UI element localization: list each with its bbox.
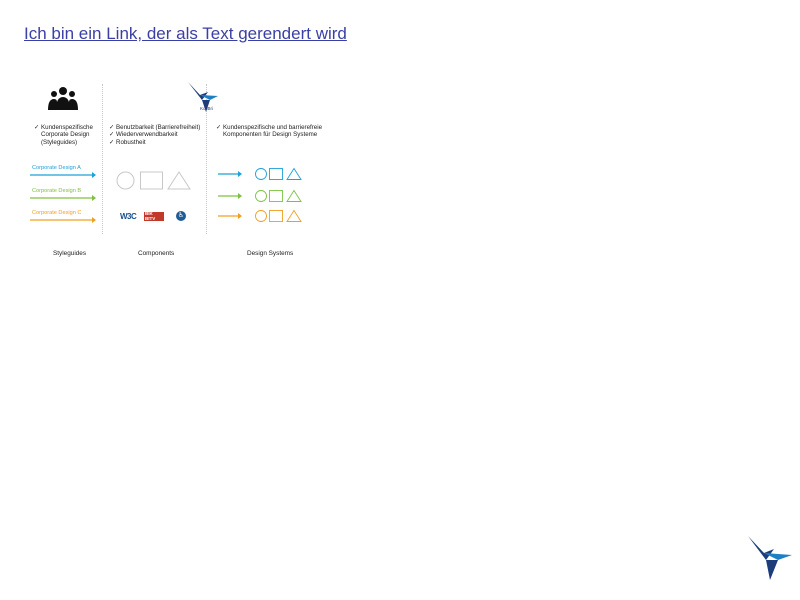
corporate-design-c-label: Corporate Design C	[32, 210, 82, 216]
accessibility-icon: ♿	[176, 211, 186, 221]
check-icon: ✓	[109, 124, 115, 131]
caption-components: Components	[138, 250, 175, 257]
circle-shape-icon	[255, 168, 267, 180]
column-divider-1	[102, 84, 103, 234]
kolibri-diagram: KoliBri ✓ Kundenspezifische Corporate De…	[24, 78, 324, 268]
components-description: ✓ Benutzbarkeit (Barrierefreiheit) ✓ Wiede…	[109, 124, 205, 146]
circle-shape-icon	[255, 190, 267, 202]
components-item: Benutzbarkeit (Barrierefreiheit)	[116, 124, 201, 131]
triangle-shape-icon	[286, 209, 302, 222]
component-shapes	[116, 171, 191, 190]
square-shape-icon	[269, 190, 283, 202]
kolibri-logo-icon	[188, 82, 218, 112]
arrow-right-icon	[30, 172, 96, 178]
triangle-shape-icon	[286, 167, 302, 180]
check-icon: ✓	[109, 138, 115, 146]
square-shape-icon	[269, 168, 283, 180]
styleguides-item: Kundenspezifische Corporate Design (Styl…	[41, 124, 93, 146]
caption-design-systems: Design Systems	[247, 250, 294, 257]
standards-logos: W3C BIK BITV Test ♿	[120, 210, 192, 225]
check-icon: ✓	[216, 124, 222, 131]
design-systems-description: ✓ Kundenspezifische und barrierefreie Ko…	[216, 124, 326, 139]
square-shape-icon	[140, 171, 163, 190]
check-icon: ✓	[109, 131, 115, 139]
corporate-design-b: Corporate Design B	[30, 188, 96, 202]
corporate-design-c: Corporate Design C	[30, 210, 96, 224]
kolibri-corner-logo-icon	[748, 536, 792, 580]
corporate-design-a-label: Corporate Design A	[32, 165, 81, 171]
arrow-right-icon	[30, 195, 96, 201]
triangle-shape-icon	[286, 189, 302, 202]
triangle-shape-icon	[167, 171, 191, 190]
design-systems-item: Kundenspezifische und barrierefreie Komp…	[223, 124, 323, 139]
check-icon: ✓	[34, 124, 40, 131]
kolibri-logo-label: KoliBri	[200, 106, 214, 111]
w3c-logo: W3C	[120, 212, 137, 221]
styleguides-description: ✓ Kundenspezifische Corporate Design (St…	[34, 124, 100, 146]
components-item: Robustheit	[116, 138, 146, 146]
corporate-design-a: Corporate Design A	[30, 165, 96, 179]
components-item: Wiederverwendbarkeit	[116, 131, 178, 139]
design-system-row-c	[218, 209, 302, 222]
circle-shape-icon	[255, 210, 267, 222]
users-group-icon	[48, 87, 78, 110]
caption-styleguides: Styleguides	[53, 250, 87, 257]
arrow-right-icon	[30, 217, 96, 223]
design-system-row-b	[218, 189, 302, 202]
design-system-row-a	[218, 167, 302, 180]
square-shape-icon	[269, 210, 283, 222]
main-link[interactable]: Ich bin ein Link, der als Text gerendert…	[24, 24, 347, 44]
circle-shape-icon	[116, 171, 135, 190]
corporate-design-b-label: Corporate Design B	[32, 188, 82, 194]
bik-bitv-logo: BIK BITV Test	[144, 211, 164, 225]
